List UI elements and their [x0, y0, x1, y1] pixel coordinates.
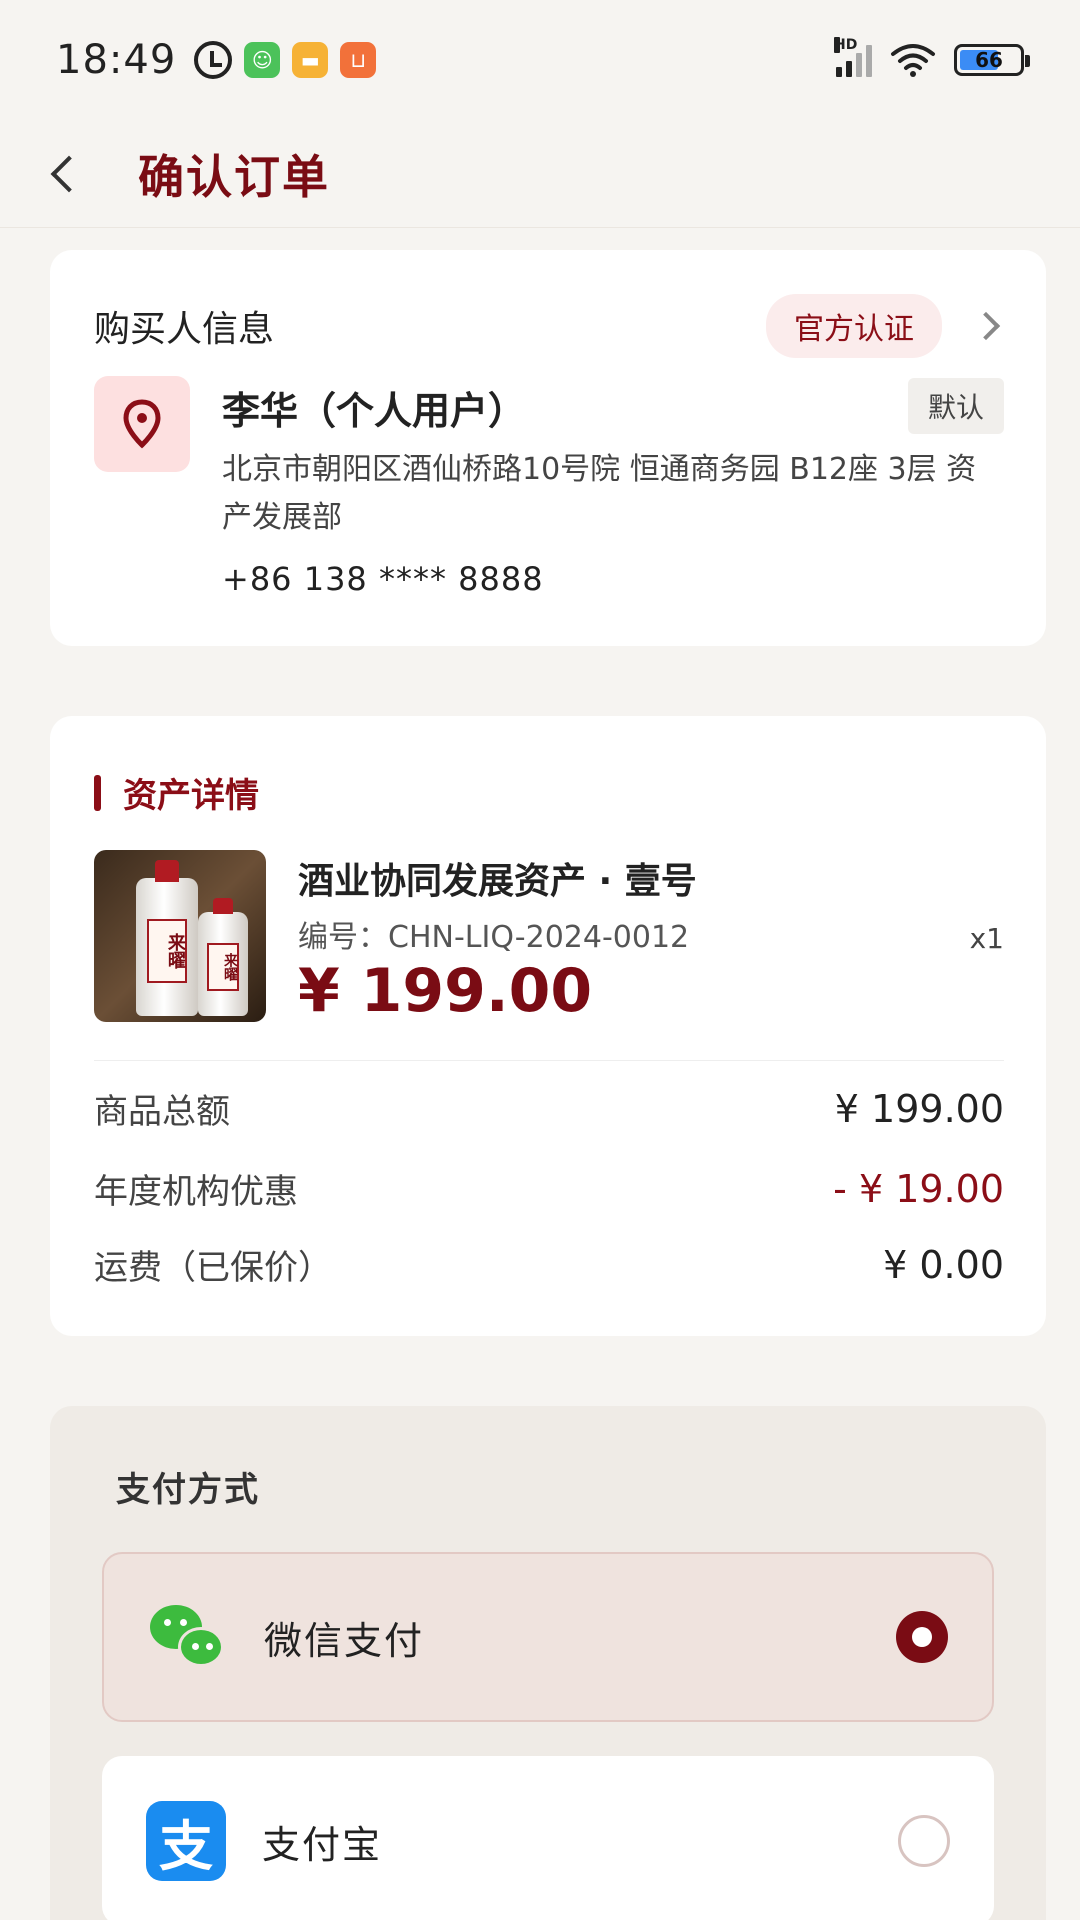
summary-row: 运费（已保价） ¥ 0.00 [94, 1240, 1004, 1289]
bottle-label: 来曜 [147, 919, 187, 983]
status-bar: 18:49 ☺ ▬ ⊔ HD 66 [0, 0, 1080, 120]
buyer-info-heading: 购买人信息 [94, 309, 275, 350]
page-title: 确认订单 [138, 149, 330, 204]
network-label: HD [834, 37, 858, 53]
divider [94, 1060, 1004, 1061]
summary-label: 商品总额 [94, 1092, 230, 1132]
summary-row: 年度机构优惠 - ¥ 19.00 [94, 1164, 1004, 1213]
payment-option-alipay[interactable]: 支 支付宝 [102, 1756, 994, 1920]
bottle-small: 来曜 [198, 898, 248, 1016]
yellow-chat-icon: ▬ [292, 42, 329, 78]
bottle-large: 来曜 [136, 860, 198, 1016]
chevron-right-icon[interactable] [971, 311, 1001, 341]
wifi-icon [891, 44, 935, 77]
alipay-icon: 支 [146, 1801, 226, 1881]
summary-label: 运费（已保价） [94, 1248, 332, 1288]
radio-unselected[interactable] [898, 1815, 950, 1867]
green-app-icon: ☺ [244, 42, 281, 78]
product-quantity: x1 [969, 922, 1004, 955]
location-pin-icon [94, 376, 190, 472]
default-tag: 默认 [907, 378, 1004, 434]
payment-option-label: 微信支付 [264, 1618, 425, 1663]
status-time: 18:49 [56, 37, 177, 83]
nav-bar: 确认订单 [0, 120, 1080, 228]
product-code: 编号：CHN-LIQ-2024-0012 [298, 920, 690, 955]
wechat-icon [148, 1597, 228, 1677]
payment-option-label: 支付宝 [262, 1822, 383, 1867]
bottle-label-small: 来曜 [207, 943, 239, 992]
buyer-phone: +86 138 **** 8888 [222, 560, 544, 598]
battery-level: 66 [975, 48, 1003, 72]
signal-icon: HD [834, 37, 872, 77]
summary-value: ¥ 0.00 [883, 1242, 1004, 1287]
chevron-left-icon[interactable] [50, 155, 88, 192]
asset-section-title: 资产详情 [94, 768, 259, 817]
asset-details-card: 资产详情 来曜 来曜 酒业协同发展资产 · 壹号 编号：CHN-LIQ-2024… [50, 716, 1046, 1336]
summary-value: ¥ 199.00 [834, 1086, 1004, 1131]
asset-heading: 资产详情 [123, 776, 259, 816]
summary-value: - ¥ 19.00 [833, 1166, 1004, 1211]
summary-label: 年度机构优惠 [94, 1172, 298, 1212]
status-left: 18:49 ☺ ▬ ⊔ [56, 37, 377, 83]
orange-shop-icon: ⊔ [340, 42, 377, 78]
payment-option-wechat[interactable]: 微信支付 [102, 1552, 994, 1722]
payment-heading: 支付方式 [116, 1470, 260, 1510]
summary-row: 商品总额 ¥ 199.00 [94, 1084, 1004, 1133]
battery-icon: 66 [954, 44, 1030, 76]
buyer-header: 购买人信息 官方认证 [94, 294, 1006, 358]
alipay-glyph: 支 [146, 1801, 226, 1881]
buyer-address: 北京市朝阳区酒仙桥路10号院 恒通商务园 B12座 3层 资产发展部 [222, 452, 977, 535]
verified-badge: 官方认证 [766, 294, 942, 358]
product-name: 酒业协同发展资产 · 壹号 [298, 861, 697, 902]
product-image[interactable]: 来曜 来曜 [94, 850, 266, 1022]
alarm-icon [194, 41, 233, 79]
radio-selected[interactable] [896, 1611, 948, 1663]
section-accent-bar [94, 774, 101, 811]
buyer-name: 李华（个人用户） [222, 389, 527, 433]
buyer-info-card[interactable]: 购买人信息 官方认证 李华（个人用户） 默认 北京市朝阳区酒仙桥路10号院 恒通… [50, 250, 1046, 646]
payment-method-card: 支付方式 微信支付 支 支付宝 [50, 1406, 1046, 1920]
status-right: HD 66 [834, 37, 1030, 78]
product-price: ¥ 199.00 [298, 956, 593, 1026]
